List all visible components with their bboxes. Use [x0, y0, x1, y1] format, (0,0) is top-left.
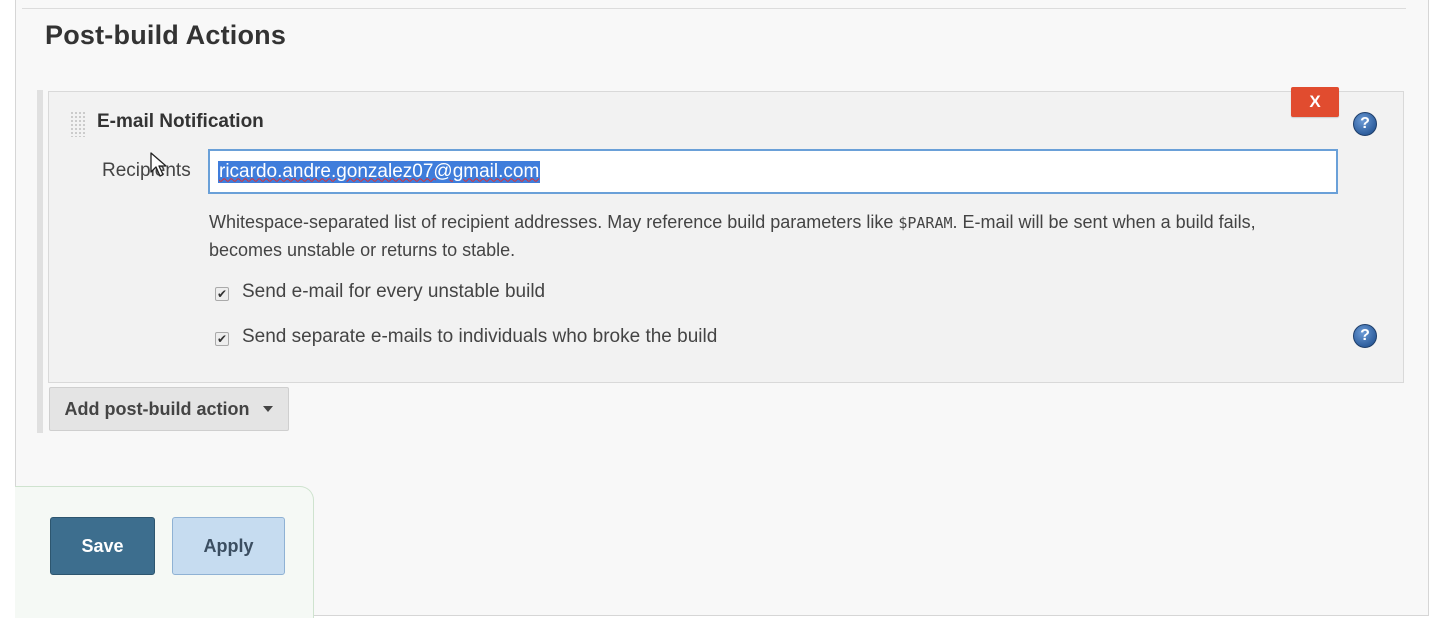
param-code: $PARAM	[898, 214, 953, 232]
option-separate-emails-row[interactable]: ✔ Send separate e-mails to individuals w…	[215, 326, 717, 348]
caret-down-icon	[263, 406, 274, 412]
help-icon[interactable]: ?	[1353, 324, 1377, 348]
drag-handle-icon[interactable]	[70, 111, 86, 137]
recipients-help-text: Whitespace-separated list of recipient a…	[209, 209, 1319, 264]
option-unstable-row[interactable]: ✔ Send e-mail for every unstable build	[215, 281, 545, 303]
recipients-label: Recipients	[102, 160, 191, 181]
recipients-input[interactable]: ricardo.andre.gonzalez07@gmail.com	[208, 149, 1338, 194]
option-unstable-label: Send e-mail for every unstable build	[242, 281, 546, 302]
checkmark-icon[interactable]: ✔	[215, 331, 229, 346]
email-notification-title: E-mail Notification	[97, 111, 264, 132]
mouse-cursor-icon	[150, 152, 167, 177]
section-indent-bar	[37, 90, 43, 433]
checkmark-icon[interactable]: ✔	[215, 286, 229, 301]
help-icon[interactable]: ?	[1353, 112, 1377, 136]
description-prefix: Whitespace-separated list of recipient a…	[209, 212, 899, 232]
section-title: Post-build Actions	[45, 20, 287, 50]
delete-action-button[interactable]: X	[1291, 87, 1339, 117]
recipients-input-value: ricardo.andre.gonzalez07@gmail.com	[218, 160, 541, 183]
apply-button[interactable]: Apply	[172, 517, 285, 575]
add-action-label: Add post-build action	[64, 398, 250, 419]
save-button[interactable]: Save	[50, 517, 155, 575]
add-post-build-action-button[interactable]: Add post-build action	[49, 387, 289, 431]
option-separate-emails-label: Send separate e-mails to individuals who…	[242, 326, 718, 347]
section-divider	[22, 8, 1406, 9]
